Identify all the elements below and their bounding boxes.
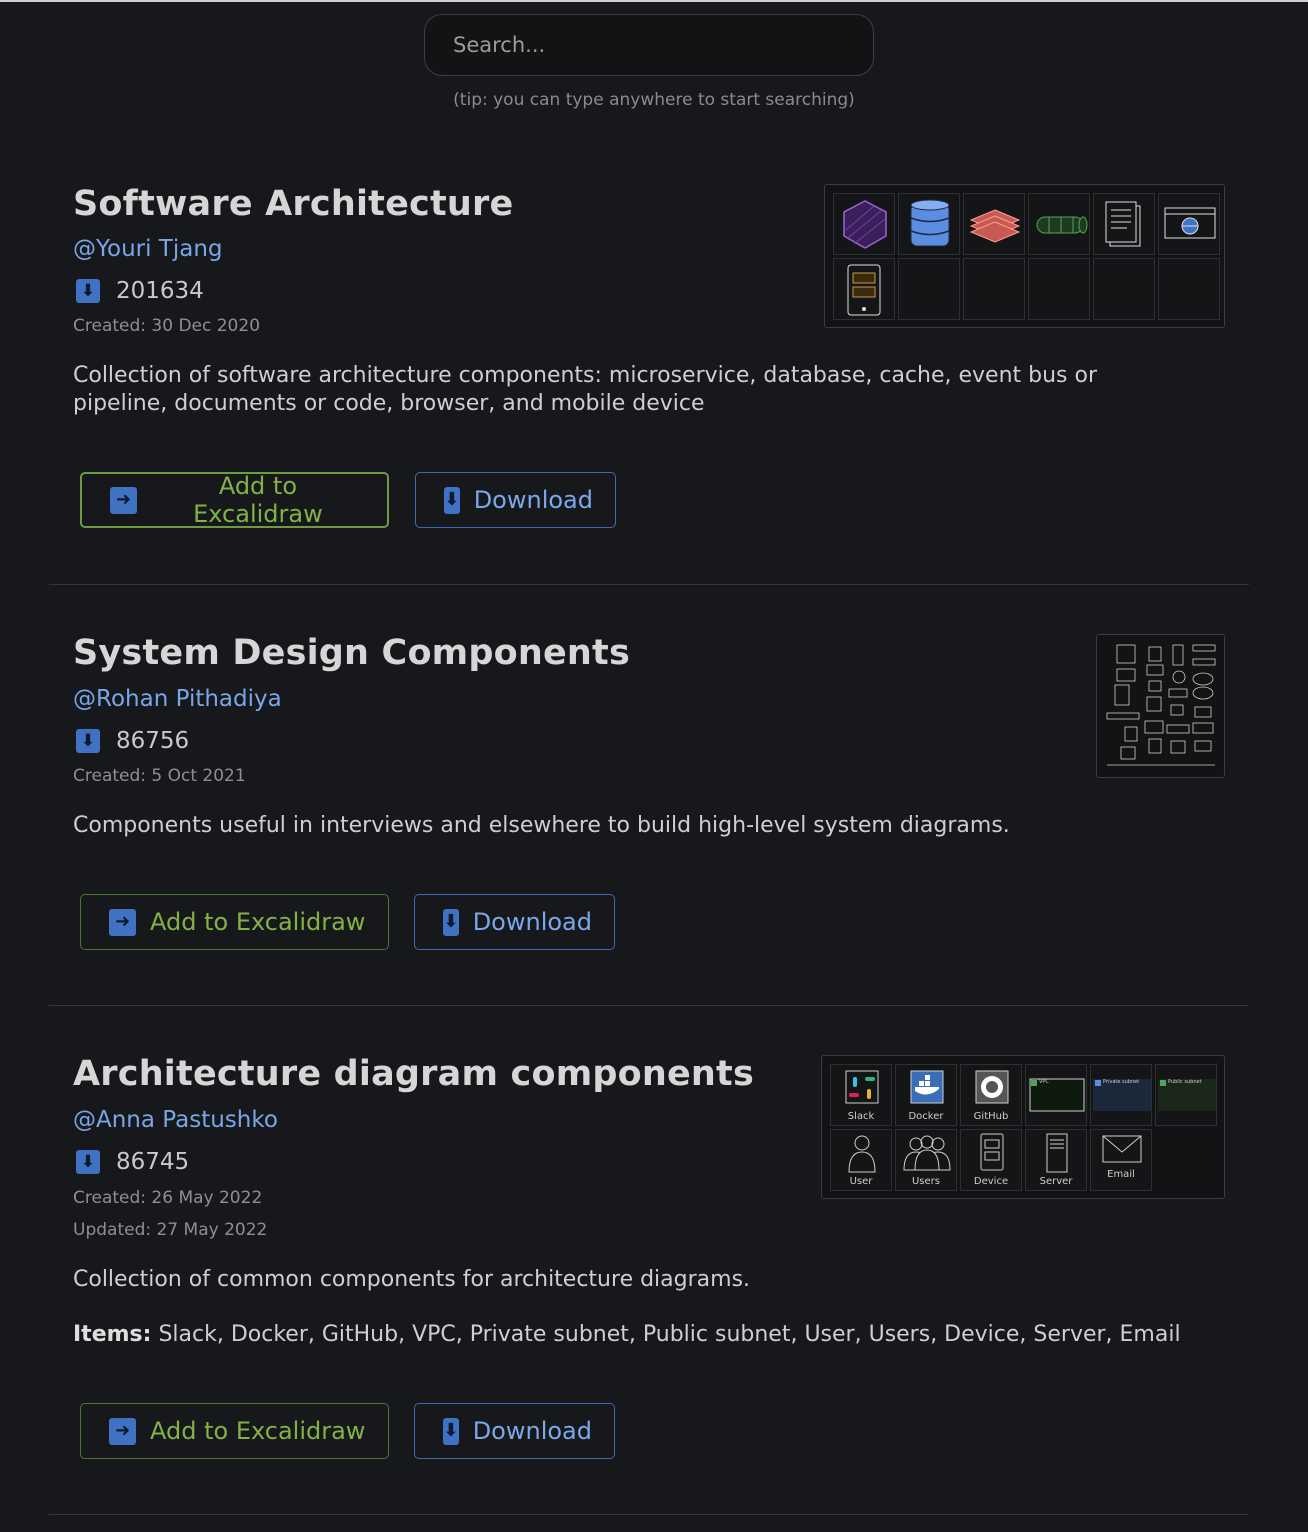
preview-caption: GitHub xyxy=(973,1111,1009,1122)
download-count: ⬇ 86756 xyxy=(73,728,189,754)
email-icon: Email xyxy=(1090,1129,1152,1191)
library-preview[interactable]: Slack Docker GitHub VPC Private subnet P… xyxy=(821,1055,1225,1199)
download-button[interactable]: ⬇ Download xyxy=(415,472,616,528)
mobile-device-icon xyxy=(833,258,895,320)
download-icon: ⬇ xyxy=(443,1417,459,1445)
user-icon: User xyxy=(830,1129,892,1191)
docker-icon: Docker xyxy=(895,1064,957,1126)
library-card: Architecture diagram components @Anna Pa… xyxy=(49,1006,1249,1515)
library-title: Architecture diagram components xyxy=(73,1054,755,1094)
preview-caption: Slack xyxy=(847,1111,875,1122)
empty-slot xyxy=(1093,258,1155,320)
add-to-excalidraw-button[interactable]: ➜ Add to Excalidraw xyxy=(80,1403,389,1459)
preview-caption: Docker xyxy=(908,1111,944,1122)
add-button-label: Add to Excalidraw xyxy=(150,1417,366,1445)
private-subnet-icon: Private subnet xyxy=(1090,1064,1152,1126)
download-icon: ⬇ xyxy=(443,908,459,936)
add-button-label: Add to Excalidraw xyxy=(150,908,366,936)
download-count-value: 86756 xyxy=(116,728,190,754)
github-icon: GitHub xyxy=(960,1064,1022,1126)
arrow-right-icon: ➜ xyxy=(110,486,137,514)
library-preview[interactable] xyxy=(1096,634,1225,778)
download-count-value: 86745 xyxy=(116,1149,190,1175)
vpc-caption: VPC xyxy=(1039,1079,1049,1085)
arrow-right-icon: ➜ xyxy=(109,1417,136,1445)
author-link[interactable]: @Rohan Pithadiya xyxy=(73,686,282,712)
created-date: Created: 30 Dec 2020 xyxy=(73,316,261,336)
author-link[interactable]: @Youri Tjang xyxy=(73,236,223,262)
event-bus-icon xyxy=(1028,193,1090,255)
cache-icon xyxy=(963,193,1025,255)
preview-caption: User xyxy=(849,1176,873,1187)
arrow-right-icon: ➜ xyxy=(109,908,136,936)
download-icon: ⬇ xyxy=(444,486,460,514)
author-link[interactable]: @Anna Pastushko xyxy=(73,1107,278,1133)
private-subnet-caption: Private subnet xyxy=(1103,1079,1140,1085)
public-subnet-caption: Public subnet xyxy=(1168,1079,1202,1085)
search-input[interactable] xyxy=(424,14,874,76)
microservice-icon xyxy=(833,193,895,255)
created-date: Created: 5 Oct 2021 xyxy=(73,766,246,786)
library-items: Items: Slack, Docker, GitHub, VPC, Priva… xyxy=(73,1322,1181,1347)
slack-icon: Slack xyxy=(830,1064,892,1126)
download-button-label: Download xyxy=(472,1417,592,1445)
public-subnet-icon: Public subnet xyxy=(1155,1064,1217,1126)
users-icon: Users xyxy=(895,1129,957,1191)
created-date: Created: 26 May 2022 xyxy=(73,1188,263,1208)
add-to-excalidraw-button[interactable]: ➜ Add to Excalidraw xyxy=(80,894,389,950)
updated-date: Updated: 27 May 2022 xyxy=(73,1220,268,1240)
download-button[interactable]: ⬇ Download xyxy=(414,894,615,950)
download-button-label: Download xyxy=(472,908,592,936)
empty-slot xyxy=(898,258,960,320)
empty-slot xyxy=(1158,258,1220,320)
preview-caption: Server xyxy=(1039,1176,1073,1187)
vpc-icon: VPC xyxy=(1025,1064,1087,1126)
add-to-excalidraw-button[interactable]: ➜ Add to Excalidraw xyxy=(80,472,389,528)
empty-slot xyxy=(1028,258,1090,320)
items-label: Items: xyxy=(73,1322,152,1347)
download-icon: ⬇ xyxy=(76,729,100,753)
browser-icon xyxy=(1158,193,1220,255)
download-button-label: Download xyxy=(473,486,593,514)
preview-caption: Device xyxy=(973,1176,1009,1187)
server-icon: Server xyxy=(1025,1129,1087,1191)
items-list: Slack, Docker, GitHub, VPC, Private subn… xyxy=(158,1322,1181,1347)
download-count-value: 201634 xyxy=(116,278,204,304)
download-button[interactable]: ⬇ Download xyxy=(414,1403,615,1459)
library-title: Software Architecture xyxy=(73,184,514,224)
database-icon xyxy=(898,193,960,255)
download-icon: ⬇ xyxy=(76,1150,100,1174)
library-title: System Design Components xyxy=(73,633,630,673)
system-design-preview-thumbnail xyxy=(1106,644,1216,766)
add-button-label: Add to Excalidraw xyxy=(193,472,323,528)
library-description: Components useful in interviews and else… xyxy=(73,813,1010,838)
documents-icon xyxy=(1093,193,1155,255)
library-card: System Design Components @Rohan Pithadiy… xyxy=(49,585,1249,1006)
library-description: Collection of software architecture comp… xyxy=(73,363,1098,416)
search-box xyxy=(424,14,874,76)
library-card: Software Architecture @Youri Tjang ⬇ 201… xyxy=(49,162,1249,585)
download-count: ⬇ 201634 xyxy=(73,278,204,304)
library-preview[interactable] xyxy=(824,184,1225,328)
device-icon: Device xyxy=(960,1129,1022,1191)
download-count: ⬇ 86745 xyxy=(73,1149,189,1175)
download-icon: ⬇ xyxy=(76,279,100,303)
library-description: Collection of common components for arch… xyxy=(73,1267,751,1292)
empty-slot xyxy=(963,258,1025,320)
preview-caption: Users xyxy=(911,1176,940,1187)
preview-caption: Email xyxy=(1107,1169,1135,1180)
search-tip: (tip: you can type anywhere to start sea… xyxy=(453,90,855,110)
